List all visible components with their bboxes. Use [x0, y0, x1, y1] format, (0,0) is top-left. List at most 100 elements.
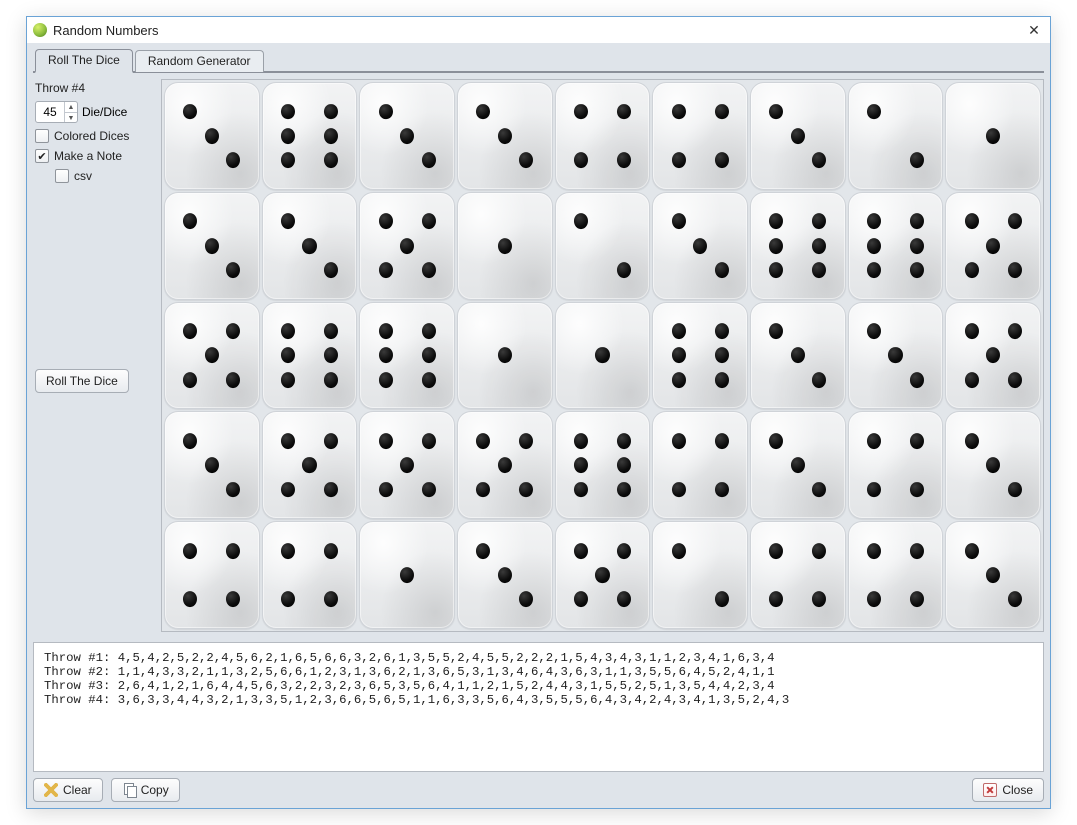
- die-pip: [1008, 323, 1022, 339]
- roll-dice-button[interactable]: Roll The Dice: [35, 369, 129, 393]
- colored-dices-checkbox[interactable]: [35, 129, 49, 143]
- die-pip: [281, 152, 295, 168]
- die-pip: [965, 213, 979, 229]
- die-pip: [400, 238, 414, 254]
- die-pip: [379, 348, 393, 364]
- csv-checkbox[interactable]: [55, 169, 69, 183]
- die: [457, 521, 553, 629]
- die: [457, 302, 553, 410]
- dice-count-spinner[interactable]: ▲ ▼: [35, 101, 78, 123]
- die-pip: [867, 433, 881, 449]
- clear-button[interactable]: Clear: [33, 778, 103, 802]
- die: [262, 192, 358, 300]
- die-pip: [617, 482, 631, 498]
- colored-dices-row[interactable]: Colored Dices: [35, 129, 151, 143]
- die-pip: [205, 348, 219, 364]
- die: [262, 411, 358, 519]
- make-note-label: Make a Note: [54, 149, 122, 163]
- die-pip: [617, 104, 631, 120]
- die-pip: [986, 457, 1000, 473]
- die-pip: [867, 323, 881, 339]
- spinner-down[interactable]: ▼: [65, 113, 77, 123]
- die: [457, 411, 553, 519]
- dice-count-row: ▲ ▼ Die/Dice: [35, 101, 151, 123]
- die-pip: [910, 213, 924, 229]
- die-pip: [986, 567, 1000, 583]
- die-pip: [910, 372, 924, 388]
- die-pip: [422, 323, 436, 339]
- die-pip: [867, 238, 881, 254]
- die-pip: [791, 348, 805, 364]
- die-pip: [1008, 482, 1022, 498]
- die-pip: [910, 543, 924, 559]
- tab-random-generator[interactable]: Random Generator: [135, 50, 264, 72]
- die-pip: [617, 457, 631, 473]
- die-pip: [519, 591, 533, 607]
- die: [652, 192, 748, 300]
- die-pip: [281, 348, 295, 364]
- die-pip: [791, 128, 805, 144]
- die: [652, 302, 748, 410]
- die: [359, 82, 455, 190]
- csv-row[interactable]: csv: [35, 169, 151, 183]
- copy-button[interactable]: Copy: [111, 778, 180, 802]
- make-note-checkbox[interactable]: ✔: [35, 149, 49, 163]
- die: [164, 192, 260, 300]
- window-close-button[interactable]: ✕: [1024, 20, 1044, 40]
- copy-button-label: Copy: [141, 783, 169, 797]
- die-pip: [519, 152, 533, 168]
- die-pip: [379, 262, 393, 278]
- die-pip: [595, 348, 609, 364]
- die-pip: [769, 213, 783, 229]
- die-pip: [574, 457, 588, 473]
- die: [359, 411, 455, 519]
- die: [848, 521, 944, 629]
- die: [164, 521, 260, 629]
- die: [555, 192, 651, 300]
- die-pip: [422, 262, 436, 278]
- die-pip: [226, 591, 240, 607]
- die-pip: [379, 213, 393, 229]
- die: [164, 411, 260, 519]
- close-button-label: Close: [1002, 783, 1033, 797]
- die-pip: [476, 433, 490, 449]
- die-pip: [574, 213, 588, 229]
- die-pip: [867, 591, 881, 607]
- die-pip: [965, 262, 979, 278]
- die-pip: [302, 238, 316, 254]
- close-button[interactable]: Close: [972, 778, 1044, 802]
- die-pip: [324, 348, 338, 364]
- die-pip: [672, 372, 686, 388]
- make-note-row[interactable]: ✔ Make a Note: [35, 149, 151, 163]
- dice-count-input[interactable]: [36, 102, 64, 122]
- die: [262, 521, 358, 629]
- die-pip: [281, 482, 295, 498]
- die-pip: [769, 262, 783, 278]
- die: [750, 302, 846, 410]
- die-pip: [867, 213, 881, 229]
- die-pip: [281, 213, 295, 229]
- die-pip: [715, 433, 729, 449]
- die-pip: [715, 348, 729, 364]
- die-pip: [226, 482, 240, 498]
- die-pip: [791, 457, 805, 473]
- die-pip: [617, 152, 631, 168]
- die-pip: [910, 238, 924, 254]
- die-pip: [324, 152, 338, 168]
- spinner-up[interactable]: ▲: [65, 102, 77, 113]
- die: [945, 192, 1041, 300]
- notes-textarea[interactable]: Throw #1: 4,5,4,2,5,2,2,4,5,6,2,1,6,5,6,…: [33, 642, 1044, 772]
- sidebar: Throw #4 ▲ ▼ Die/Dice Colored Dices: [33, 79, 153, 632]
- die-pip: [672, 348, 686, 364]
- die-pip: [965, 433, 979, 449]
- tab-roll-dice[interactable]: Roll The Dice: [35, 49, 133, 73]
- die-pip: [986, 128, 1000, 144]
- die-pip: [672, 433, 686, 449]
- die-pip: [324, 482, 338, 498]
- die-pip: [888, 348, 902, 364]
- die-pip: [302, 457, 316, 473]
- die: [359, 302, 455, 410]
- die-pip: [422, 433, 436, 449]
- die-pip: [986, 238, 1000, 254]
- die-pip: [498, 128, 512, 144]
